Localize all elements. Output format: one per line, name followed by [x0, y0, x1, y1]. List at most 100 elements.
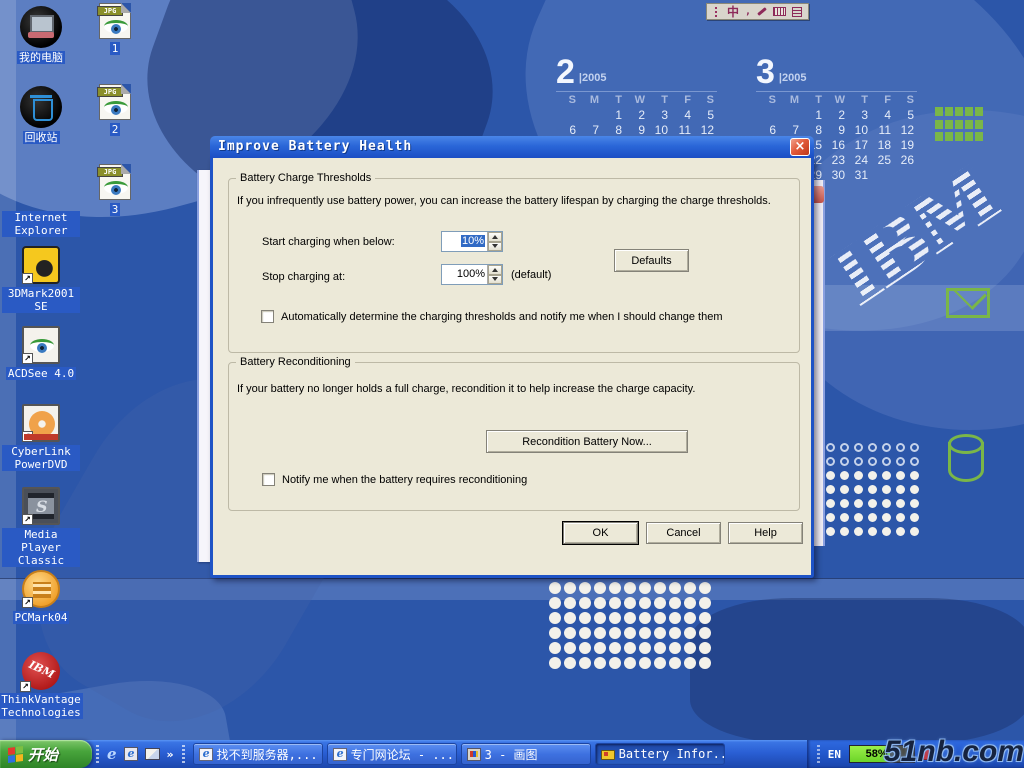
ime-keyboard-icon[interactable]	[773, 7, 786, 16]
spin-up-icon[interactable]	[488, 265, 502, 275]
quicklaunch-overflow-chevron[interactable]: »	[167, 748, 174, 761]
dot-pattern	[654, 642, 666, 654]
calendar-day-cell: 4	[671, 108, 694, 123]
language-indicator[interactable]: EN	[828, 748, 841, 761]
dot-pattern	[594, 582, 606, 594]
calendar-day-cell: 25	[871, 153, 894, 168]
browser-shortcut-icon[interactable]	[124, 747, 138, 761]
ime-menu-icon[interactable]	[792, 7, 802, 17]
shortcut-arrow-icon: ↗	[22, 514, 33, 525]
help-button[interactable]: Help	[728, 522, 803, 544]
calendar-day-header: T	[802, 92, 825, 108]
stop-charging-value[interactable]: 100%	[442, 265, 487, 284]
ok-button[interactable]: OK	[563, 522, 638, 544]
start-charging-spinner[interactable]: 10%	[441, 231, 503, 252]
start-charging-value[interactable]: 10%	[442, 232, 487, 251]
calendar-day-cell: 5	[694, 108, 717, 123]
desktop-icon-thinkvantage[interactable]: ↗ThinkVantage Technologies	[2, 652, 80, 719]
dot-pattern	[910, 527, 919, 536]
dot-pattern	[579, 657, 591, 669]
taskbar-button-4[interactable]: Battery Infor...	[595, 743, 725, 765]
spin-down-icon[interactable]	[488, 242, 502, 252]
calendar-year: |2005	[779, 73, 807, 84]
dot-pattern	[669, 612, 681, 624]
dot-pattern	[910, 443, 919, 452]
desktop-icon-jpg3[interactable]: JPG3	[80, 164, 150, 216]
start-button[interactable]: 开始	[0, 740, 92, 768]
dot-pattern	[840, 499, 849, 508]
desktop-icon-recycle[interactable]: 回收站	[2, 86, 80, 144]
dot-pattern	[639, 657, 651, 669]
dot-pattern	[609, 612, 621, 624]
dot-pattern	[609, 582, 621, 594]
taskbar-button-2[interactable]: 专门网论坛 - ...	[327, 743, 457, 765]
taskbar-button-label: Battery Infor...	[619, 747, 725, 761]
defaults-button[interactable]: Defaults	[614, 249, 689, 272]
auto-determine-checkbox[interactable]	[261, 310, 274, 323]
show-desktop-icon[interactable]	[145, 748, 160, 760]
desktop-icon-ie[interactable]: Internet Explorer	[2, 164, 80, 237]
calendar-day-header: T	[648, 92, 671, 108]
desktop-icon-pcmark[interactable]: ↗PCMark04	[2, 570, 80, 624]
ime-grip[interactable]	[715, 6, 717, 17]
dot-pattern	[564, 582, 576, 594]
taskbar-grip[interactable]	[182, 745, 185, 763]
battery-meter[interactable]: 58%	[849, 745, 915, 763]
ime-chinese-mode-icon[interactable]: 中	[727, 6, 739, 18]
dot-pattern	[624, 642, 636, 654]
taskbar-button-3[interactable]: 3 - 画图	[461, 743, 591, 765]
taskbar-button-1[interactable]: 找不到服务器,...	[193, 743, 323, 765]
dot-pattern	[654, 657, 666, 669]
taskbar-button-label: 3 - 画图	[485, 746, 538, 763]
icon-label: 3	[110, 203, 121, 216]
dot-pattern	[639, 642, 651, 654]
dot-pattern	[684, 582, 696, 594]
tray-app-icon[interactable]	[923, 749, 932, 760]
stop-charging-spinner[interactable]: 100%	[441, 264, 503, 285]
dot-pattern	[564, 642, 576, 654]
desktop-icon-mpc[interactable]: ↗Media Player Classic	[2, 487, 80, 567]
dot-pattern	[699, 612, 711, 624]
calendar-day-cell: 10	[848, 123, 871, 138]
ime-pen-icon[interactable]	[757, 7, 767, 16]
dot-pattern	[684, 642, 696, 654]
recondition-battery-button[interactable]: Recondition Battery Now...	[486, 430, 688, 453]
desktop-icon-jpg1[interactable]: JPG1	[80, 3, 150, 55]
envelope-decor-icon	[946, 288, 990, 318]
close-icon[interactable]: ×	[790, 138, 810, 156]
dot-pattern	[579, 612, 591, 624]
notify-reconditioning-checkbox[interactable]	[262, 473, 275, 486]
dot-pattern	[609, 642, 621, 654]
taskbar-grip[interactable]	[96, 745, 99, 763]
improve-battery-health-dialog: Improve Battery Health × Battery Charge …	[210, 158, 814, 578]
wallpaper-shape	[0, 578, 1024, 600]
ime-punctuation-icon[interactable]: ,	[745, 7, 751, 17]
calendar-day-header: F	[871, 92, 894, 108]
desktop-icon-acdsee[interactable]: ↗ACDSee 4.0	[2, 326, 80, 380]
dot-pattern	[882, 443, 891, 452]
desktop-icon-3dmark[interactable]: ↗3DMark2001 SE	[2, 246, 80, 313]
desktop-icon-my-computer[interactable]: 我的电脑	[2, 6, 80, 64]
icon-label: ThinkVantage Technologies	[0, 693, 83, 719]
spin-down-icon[interactable]	[488, 275, 502, 285]
dot-pattern	[579, 642, 591, 654]
recycle-icon	[20, 86, 62, 128]
shortcut-arrow-icon: ↗	[22, 431, 33, 442]
desktop-icon-jpg2[interactable]: JPG2	[80, 84, 150, 136]
calendar-header: 2|2005	[556, 55, 728, 87]
ime-language-bar[interactable]: 中 ,	[706, 3, 809, 20]
ie-quicklaunch-icon[interactable]: e	[107, 747, 117, 762]
desktop-icon-powerdvd[interactable]: ↗CyberLink PowerDVD	[2, 404, 80, 471]
dot-pattern	[854, 485, 863, 494]
calendar-day-cell	[756, 108, 779, 123]
group-title: Battery Reconditioning	[236, 356, 355, 368]
dot-pattern	[549, 597, 561, 609]
dot-pattern	[669, 597, 681, 609]
dot-pattern	[609, 627, 621, 639]
cancel-button[interactable]: Cancel	[646, 522, 721, 544]
dot-pattern	[896, 471, 905, 480]
spin-up-icon[interactable]	[488, 232, 502, 242]
icon-label: 2	[110, 123, 121, 136]
calendar-day-cell: 9	[825, 123, 848, 138]
dot-pattern	[868, 513, 877, 522]
